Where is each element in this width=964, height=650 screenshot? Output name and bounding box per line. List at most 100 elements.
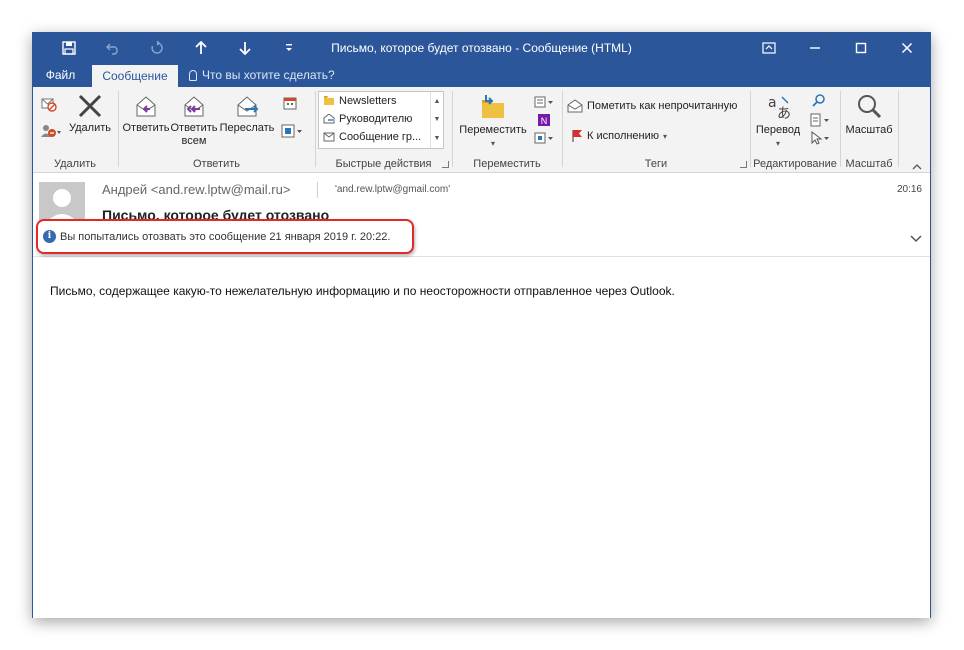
header-divider	[317, 182, 318, 198]
arrow-up-icon[interactable]	[179, 33, 223, 63]
related-icon	[810, 113, 829, 127]
collapse-ribbon-icon[interactable]	[912, 160, 922, 170]
svg-text:N: N	[541, 116, 548, 126]
delete-button[interactable]: Удалить	[67, 93, 113, 135]
editing-group: aあ Перевод ▾ Редактирование	[751, 89, 839, 171]
mark-unread-button[interactable]: Пометить как непрочитанную	[567, 99, 737, 113]
ignore-button[interactable]	[37, 95, 61, 116]
sender[interactable]: Андрей <and.rew.lptw@mail.ru>	[102, 182, 290, 197]
message-header: Андрей <and.rew.lptw@mail.ru> 'and.rew.l…	[33, 174, 930, 257]
ribbon-separator	[898, 91, 899, 167]
forward-icon	[237, 96, 259, 117]
expand-header-icon[interactable]	[910, 232, 922, 246]
zoom-button[interactable]: Масштаб	[843, 93, 895, 137]
tab-message[interactable]: Сообщение	[92, 65, 178, 87]
respond-group-label: Ответить	[192, 158, 241, 170]
tell-me-label: Что вы хотите сделать?	[202, 68, 335, 82]
zoom-label: Масштаб	[845, 124, 893, 136]
reply-label: Ответить	[122, 122, 170, 134]
translate-icon: aあ	[768, 95, 791, 121]
lightbulb-icon	[189, 69, 197, 81]
zoom-group: Масштаб Масштаб	[841, 89, 897, 171]
related-button[interactable]	[805, 113, 835, 130]
maximize-icon[interactable]	[838, 33, 884, 63]
info-icon: i	[43, 230, 56, 243]
undo-icon[interactable]	[91, 33, 135, 63]
quick-access-toolbar	[47, 33, 311, 63]
ignore-icon	[41, 98, 57, 112]
reply-all-label-1: Ответить	[170, 122, 218, 134]
close-icon[interactable]	[884, 33, 930, 63]
follow-up-label: К исполнению	[587, 130, 660, 142]
find-icon	[812, 94, 825, 107]
quick-steps-group: Быстрые действия	[316, 89, 451, 171]
message-body-text: Письмо, содержащее какую-то нежелательну…	[50, 284, 675, 298]
editing-group-label: Редактирование	[753, 158, 837, 170]
meeting-icon	[283, 97, 297, 110]
rules-icon	[534, 96, 553, 108]
follow-up-button[interactable]: К исполнению ▾	[571, 129, 667, 143]
tags-dialog-launcher-icon[interactable]	[740, 161, 747, 168]
dialog-launcher-icon[interactable]	[442, 161, 449, 168]
rules-button[interactable]	[531, 95, 557, 112]
find-button[interactable]	[807, 93, 831, 110]
arrow-down-icon[interactable]	[223, 33, 267, 63]
move-dropdown-icon: ▾	[490, 139, 495, 148]
actions-icon	[534, 132, 553, 144]
move-group: Переместить ▾ N Переместить	[453, 89, 561, 171]
delete-group-label: Удалить	[54, 158, 96, 170]
received-time: 20:16	[896, 184, 922, 195]
reply-all-button[interactable]: Ответить всем	[169, 93, 219, 148]
flag-icon	[572, 130, 582, 142]
translate-dropdown-icon: ▾	[775, 139, 780, 148]
delete-group: Удалить Удалить	[33, 89, 117, 171]
title-bar: Письмо, которое будет отозвано - Сообщен…	[33, 33, 930, 63]
mark-unread-icon	[567, 99, 583, 113]
save-icon[interactable]	[47, 33, 91, 63]
reply-all-icon	[184, 96, 204, 117]
move-label: Переместить	[459, 124, 527, 136]
translate-label: Перевод	[755, 124, 801, 136]
svg-text:a: a	[768, 95, 777, 111]
forward-button[interactable]: Переслать	[219, 93, 275, 135]
redo-icon[interactable]	[135, 33, 179, 63]
delete-x-icon	[78, 94, 102, 118]
avatar	[39, 182, 85, 224]
recall-info-bar: i Вы попытались отозвать это сообщение 2…	[36, 219, 414, 254]
message-body[interactable]: Письмо, содержащее какую-то нежелательну…	[33, 258, 930, 618]
cleanup-button[interactable]	[37, 123, 65, 142]
meeting-reply-button[interactable]	[279, 95, 301, 114]
mark-unread-label: Пометить как непрочитанную	[587, 100, 738, 112]
more-respond-icon	[281, 124, 302, 138]
select-button[interactable]	[805, 131, 835, 148]
reply-button[interactable]: Ответить	[121, 93, 171, 135]
quick-steps-label: Быстрые действия	[335, 158, 432, 170]
delete-label: Удалить	[69, 122, 111, 134]
minimize-icon[interactable]	[792, 33, 838, 63]
customize-qat-icon[interactable]	[267, 33, 311, 63]
move-folder-icon	[482, 95, 504, 118]
select-cursor-icon	[811, 131, 829, 145]
tell-me-search[interactable]: Что вы хотите сделать?	[189, 63, 335, 87]
actions-button[interactable]	[531, 131, 557, 148]
respond-group: Ответить Ответить всем Переслать Ответит…	[119, 89, 314, 171]
tags-group-label: Теги	[644, 158, 668, 170]
tab-file[interactable]: Файл	[33, 63, 88, 87]
follow-up-dropdown-icon: ▾	[663, 131, 668, 141]
more-respond-button[interactable]	[277, 123, 307, 142]
ribbon-tabs: Файл Сообщение Что вы хотите сделать?	[33, 63, 930, 87]
translate-button[interactable]: aあ Перевод ▾	[753, 93, 803, 150]
person-placeholder-icon	[45, 189, 79, 224]
onenote-button[interactable]: N	[531, 113, 557, 130]
svg-text:あ: あ	[777, 106, 791, 121]
move-button[interactable]: Переместить ▾	[455, 93, 531, 150]
tags-group: Пометить как непрочитанную К исполнению …	[563, 89, 749, 171]
message-subject: Письмо, которое будет отозвано	[102, 207, 330, 220]
reply-all-label-2: всем	[181, 135, 207, 147]
onenote-icon: N	[538, 114, 550, 126]
recall-info-text: Вы попытались отозвать это сообщение 21 …	[60, 230, 391, 243]
ribbon-display-options-icon[interactable]	[746, 33, 792, 63]
forward-label: Переслать	[219, 122, 275, 134]
recipient[interactable]: 'and.rew.lptw@gmail.com'	[335, 184, 450, 195]
zoom-icon	[858, 95, 882, 119]
